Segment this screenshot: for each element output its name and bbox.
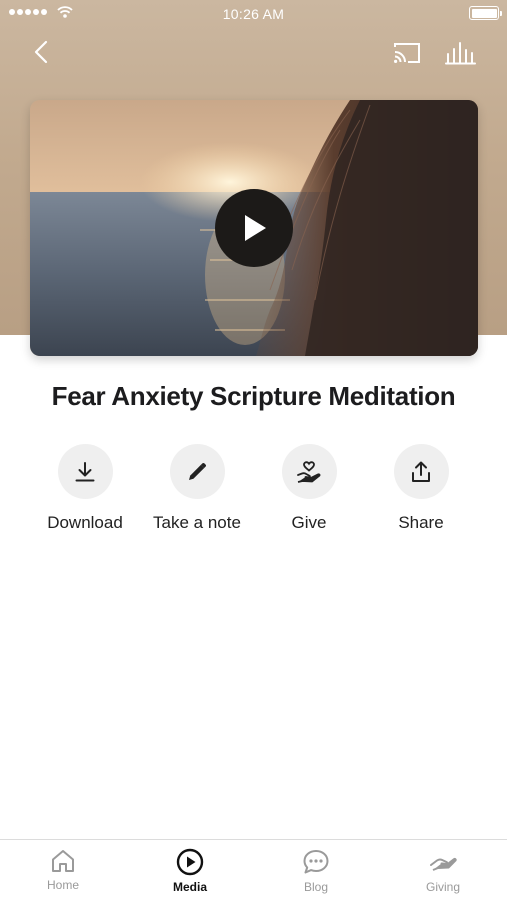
back-button[interactable] <box>26 36 56 68</box>
share-circle[interactable] <box>393 444 449 499</box>
tab-giving[interactable]: Giving <box>398 848 488 894</box>
share-button[interactable]: Share <box>366 444 476 533</box>
share-icon <box>412 461 430 482</box>
tab-home[interactable]: Home <box>18 848 108 892</box>
give-heart-hand-icon <box>297 460 321 483</box>
play-icon <box>245 215 266 241</box>
home-icon <box>52 850 74 872</box>
tab-media[interactable]: Media <box>145 848 235 894</box>
tab-bar: Home Media Blog Giving <box>0 839 507 900</box>
download-circle[interactable] <box>57 444 113 499</box>
take-note-label: Take a note <box>153 513 241 532</box>
take-note-circle[interactable] <box>169 444 225 499</box>
play-circle-icon <box>176 848 204 876</box>
download-icon <box>75 461 95 481</box>
give-label: Give <box>291 513 327 532</box>
tab-giving-label: Giving <box>425 880 460 894</box>
status-bar: 10:26 AM <box>0 0 507 28</box>
give-circle[interactable] <box>281 444 337 499</box>
battery-icon <box>469 6 502 20</box>
equalizer-icon <box>445 42 476 65</box>
media-actions: Download Take a note Give Share <box>0 444 507 544</box>
hand-icon <box>430 857 457 871</box>
tab-blog-label: Blog <box>303 880 329 894</box>
share-label: Share <box>398 513 444 532</box>
chat-bubble-icon <box>303 850 329 874</box>
download-label: Download <box>47 513 123 532</box>
download-button[interactable]: Download <box>30 444 140 533</box>
pencil-icon <box>189 462 207 480</box>
tab-blog[interactable]: Blog <box>271 848 361 894</box>
chevron-left-icon <box>34 40 48 64</box>
tab-home-label: Home <box>46 878 79 892</box>
give-button[interactable]: Give <box>254 444 364 533</box>
cast-icon <box>394 43 420 63</box>
take-note-button[interactable]: Take a note <box>142 444 252 533</box>
status-time: 10:26 AM <box>222 6 285 22</box>
play-button[interactable] <box>215 189 293 267</box>
video-player[interactable] <box>30 100 478 356</box>
audio-button[interactable] <box>443 38 479 68</box>
media-title: Fear Anxiety Scripture Meditation <box>51 381 456 411</box>
cast-button[interactable] <box>390 38 424 68</box>
tab-media-label: Media <box>172 880 207 894</box>
